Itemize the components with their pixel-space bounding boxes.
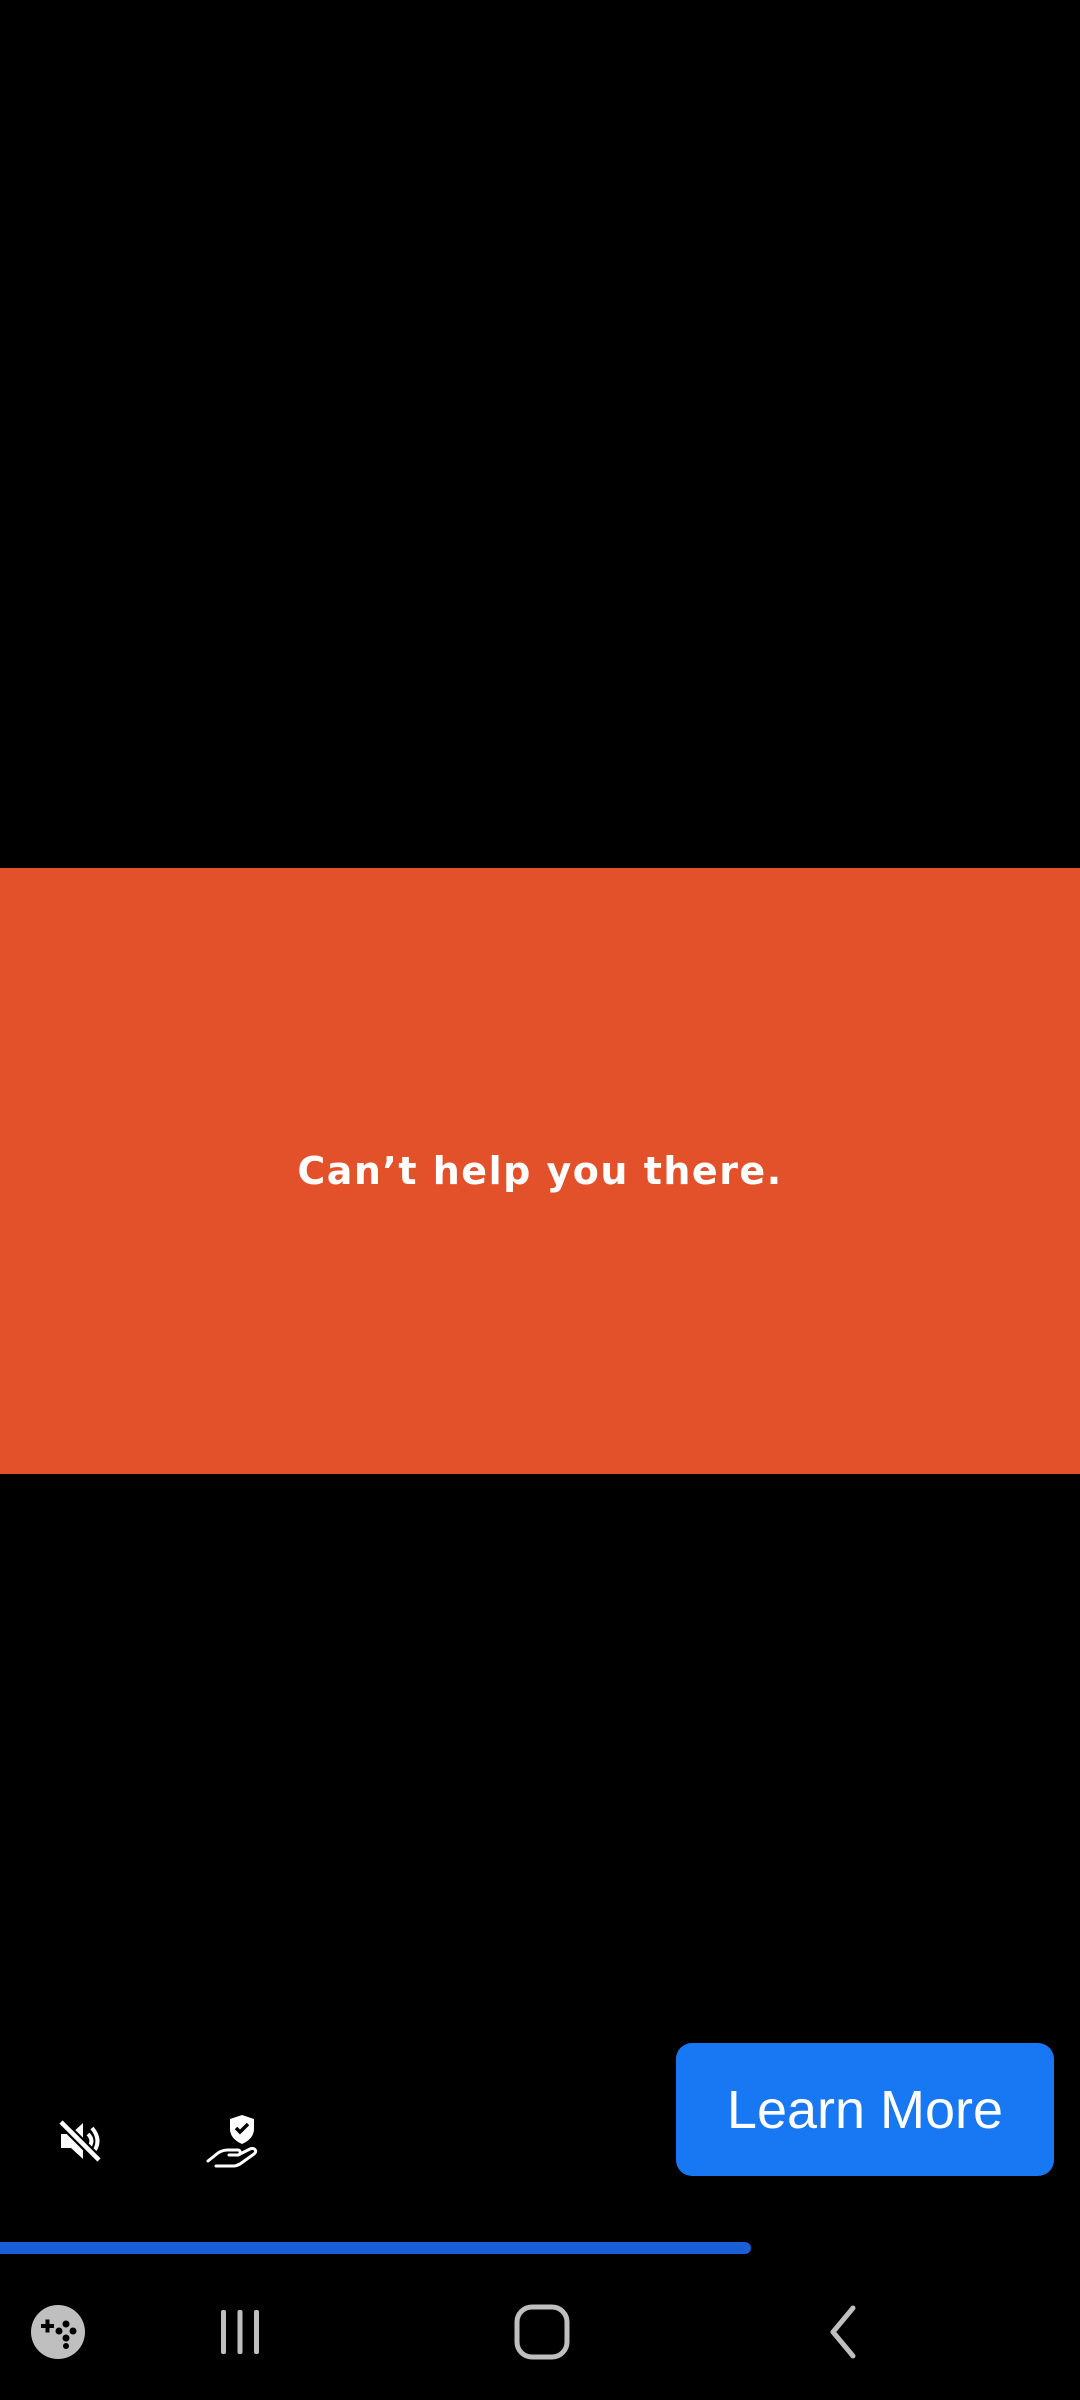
hand-shield-icon[interactable] xyxy=(194,2101,274,2181)
learn-more-button[interactable]: Learn More xyxy=(676,2043,1054,2176)
home-icon[interactable] xyxy=(492,2282,592,2382)
video-progress-fill xyxy=(0,2242,751,2254)
speaker-muted-icon[interactable] xyxy=(40,2101,120,2181)
system-navigation-bar xyxy=(0,2262,1080,2400)
recent-apps-icon[interactable] xyxy=(190,2282,290,2382)
game-launcher-icon[interactable] xyxy=(8,2282,108,2382)
video-progress-bar[interactable] xyxy=(0,2242,1080,2254)
back-icon[interactable] xyxy=(795,2282,895,2382)
video-player[interactable]: Can’t help you there. xyxy=(0,0,1080,2225)
ad-headline: Can’t help you there. xyxy=(297,1149,783,1193)
ad-banner[interactable]: Can’t help you there. xyxy=(0,868,1080,1474)
